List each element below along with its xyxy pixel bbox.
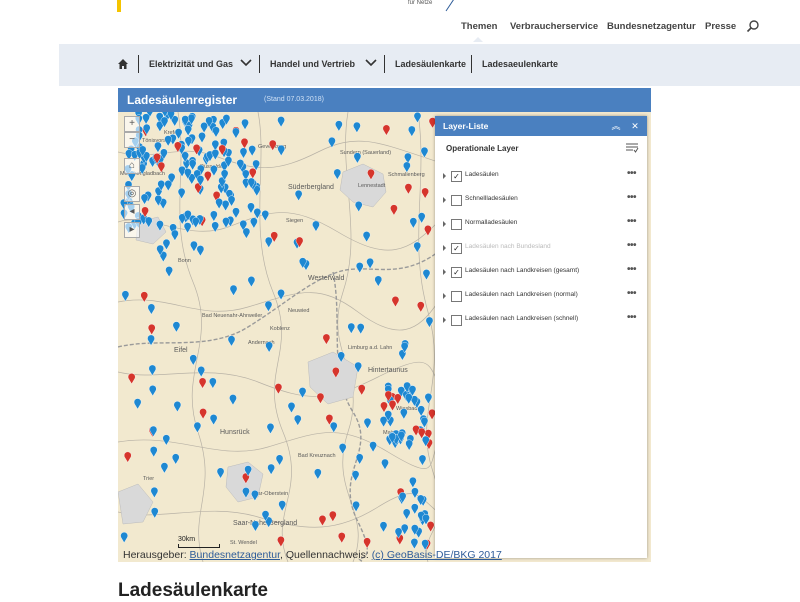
place-label: Sundern (Sauerland) xyxy=(340,150,391,156)
layer-list-header: Layer-Liste ︽ ✕ xyxy=(435,116,647,136)
more-options-icon[interactable]: ••• xyxy=(627,264,637,275)
layer-name: Normalladesäulen xyxy=(465,219,518,226)
layer-checkbox[interactable]: ✓ xyxy=(451,243,462,254)
publisher-prefix: Herausgeber: xyxy=(123,549,190,561)
place-label: Eifel xyxy=(174,347,188,354)
page-heading: Ladesäulenkarte xyxy=(118,580,268,601)
place-label: St. Wendel xyxy=(230,540,257,546)
place-label: Hintertaunus xyxy=(368,367,408,374)
collapse-icon[interactable]: ︽ xyxy=(609,119,623,133)
breadcrumb-handel[interactable]: Handel und Vertrieb xyxy=(270,59,355,69)
layer-name: Ladesäulen nach Landkreisen (normal) xyxy=(465,291,578,298)
place-label: Trier xyxy=(143,476,154,482)
scale-line xyxy=(178,544,220,548)
layer-checkbox[interactable]: ✓ xyxy=(451,267,462,278)
expand-triangle-icon[interactable] xyxy=(443,173,446,179)
expand-triangle-icon[interactable] xyxy=(443,317,446,323)
breadcrumb-separator xyxy=(471,55,472,73)
expand-triangle-icon[interactable] xyxy=(443,221,446,227)
layer-row[interactable]: Normalladesäulen ••• xyxy=(443,216,643,234)
map-app: Ladesäulenregister (Stand 07.03.2018) Kr… xyxy=(118,88,651,562)
layer-list-subtitle: Operationale Layer xyxy=(446,144,519,153)
more-options-icon[interactable]: ••• xyxy=(627,216,637,227)
more-options-icon[interactable]: ••• xyxy=(627,312,637,323)
layer-name: Ladesäulen nach Landkreisen (schnell) xyxy=(465,315,579,322)
map-app-header: Ladesäulenregister (Stand 07.03.2018) xyxy=(118,88,651,112)
place-label: Koblenz xyxy=(270,326,290,332)
search-icon[interactable] xyxy=(746,19,760,33)
scale-label: 30km xyxy=(178,536,196,543)
active-nav-marker xyxy=(473,37,483,42)
zoom-out-button[interactable]: − xyxy=(124,132,140,148)
close-icon[interactable]: ✕ xyxy=(628,119,642,133)
layer-name: Schnellladesäulen xyxy=(465,195,518,202)
nav-verbraucherservice[interactable]: Verbraucherservice xyxy=(510,21,598,35)
layer-row[interactable]: Schnellladesäulen ••• xyxy=(443,192,643,210)
layer-name: Ladesäulen xyxy=(465,171,499,178)
more-options-icon[interactable]: ••• xyxy=(627,168,637,179)
layer-row[interactable]: ✓ Ladesäulen nach Landkreisen (gesamt) ••• xyxy=(443,264,643,282)
logo-text: für Netze xyxy=(408,0,433,6)
breadcrumb-current: Ladesaeulenkarte xyxy=(482,59,559,69)
breadcrumb-separator xyxy=(384,55,385,73)
layer-checkbox[interactable]: ✓ xyxy=(451,171,462,182)
layer-row[interactable]: Ladesäulen nach Landkreisen (schnell) ••• xyxy=(443,312,643,330)
expand-triangle-icon[interactable] xyxy=(443,197,446,203)
layer-list-panel: Layer-Liste ︽ ✕ Operationale Layer ✓ Lade… xyxy=(435,116,647,558)
logo-accent xyxy=(117,0,121,12)
nav-bundesnetzagentur[interactable]: Bundesnetzagentur xyxy=(607,21,696,35)
place-label: Bad Kreuznach xyxy=(298,453,336,459)
chevron-down-icon[interactable] xyxy=(365,58,377,68)
layer-checkbox[interactable] xyxy=(451,291,462,302)
breadcrumb-elektrizitaet[interactable]: Elektrizität und Gas xyxy=(149,59,233,69)
breadcrumb-separator xyxy=(138,55,139,73)
locate-icon[interactable]: ◎ xyxy=(124,186,140,202)
map-app-title: Ladesäulenregister xyxy=(127,93,238,107)
layer-checkbox[interactable] xyxy=(451,315,462,326)
back-icon[interactable]: ◂ xyxy=(124,204,140,220)
place-label: Tönisvorst xyxy=(142,138,168,144)
nav-themen[interactable]: Themen xyxy=(461,21,497,35)
place-label: Süderbergland xyxy=(288,184,334,191)
breadcrumb-separator xyxy=(259,55,260,73)
more-options-icon[interactable]: ••• xyxy=(627,288,637,299)
place-label: Limburg a.d. Lahn xyxy=(348,345,392,351)
place-label: Siegen xyxy=(286,218,303,224)
place-label: Hunsrück xyxy=(220,429,250,436)
expand-triangle-icon[interactable] xyxy=(443,245,446,251)
layer-name: Ladesäulen nach Landkreisen (gesamt) xyxy=(465,267,580,274)
place-label: Lennestadt xyxy=(358,183,386,189)
layer-checkbox[interactable] xyxy=(451,219,462,230)
layer-row[interactable]: ✓ Ladesäulen nach Bundesland ••• xyxy=(443,240,643,258)
place-label: Schmallenberg xyxy=(388,172,425,178)
place-label: Bad Neuenahr-Ahrweiler xyxy=(202,313,262,319)
home-icon[interactable] xyxy=(117,58,129,70)
place-label: Bonn xyxy=(178,258,191,264)
more-options-icon[interactable]: ••• xyxy=(627,240,637,251)
layer-row[interactable]: ✓ Ladesäulen ••• xyxy=(443,168,643,186)
expand-triangle-icon[interactable] xyxy=(443,293,446,299)
zoom-in-button[interactable]: + xyxy=(124,116,140,132)
publisher-line: Herausgeber: Bundesnetzagentur, Quellenn… xyxy=(123,549,502,561)
nav-presse[interactable]: Presse xyxy=(705,21,736,35)
layer-name: Ladesäulen nach Bundesland xyxy=(465,243,551,250)
place-label: Neuwied xyxy=(288,308,309,314)
more-options-icon[interactable]: ••• xyxy=(627,192,637,203)
map-app-date: (Stand 07.03.2018) xyxy=(264,96,324,103)
breadcrumb-ladesaeulenkarte[interactable]: Ladesäulenkarte xyxy=(395,59,466,69)
home-extent-icon[interactable]: ⌂ xyxy=(124,158,140,174)
source-prefix: , Quellennachweis: xyxy=(280,549,372,561)
layer-checkbox[interactable] xyxy=(451,195,462,206)
place-label: Westerwald xyxy=(308,275,345,282)
expand-triangle-icon[interactable] xyxy=(443,269,446,275)
logo-slash-icon xyxy=(445,0,454,12)
chevron-down-icon[interactable] xyxy=(240,58,252,68)
publisher-link[interactable]: Bundesnetzagentur xyxy=(190,549,281,561)
source-link[interactable]: (c) GeoBasis-DE/BKG 2017 xyxy=(372,549,502,561)
forward-icon[interactable]: ▸ xyxy=(124,222,140,238)
layer-options-icon[interactable] xyxy=(625,142,639,154)
layer-row[interactable]: Ladesäulen nach Landkreisen (normal) ••• xyxy=(443,288,643,306)
scale-bar: 30km xyxy=(178,536,220,548)
layer-list-title: Layer-Liste xyxy=(443,121,489,131)
